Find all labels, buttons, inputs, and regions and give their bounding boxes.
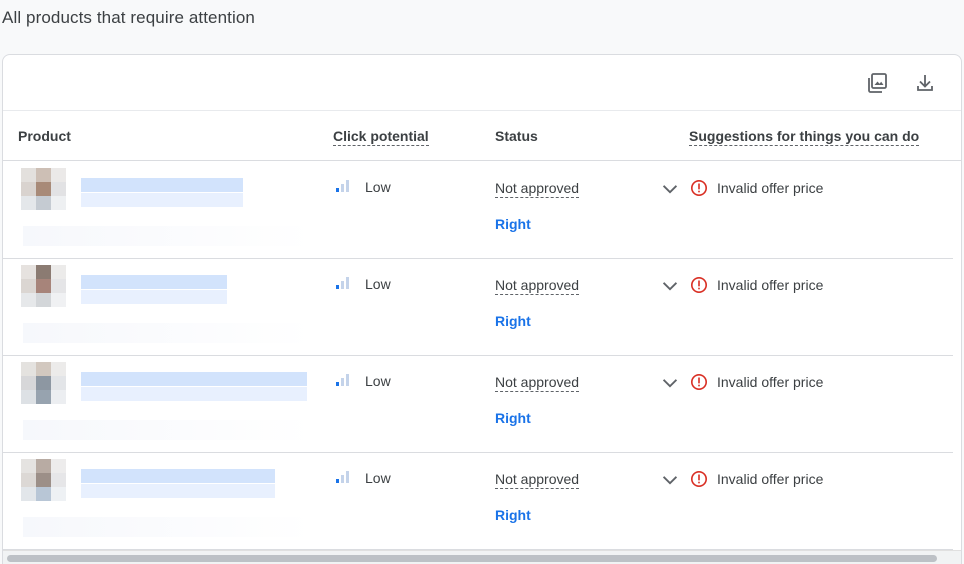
column-header-suggestions[interactable]: Suggestions for things you can do [689, 128, 920, 146]
scrollbar-thumb[interactable] [7, 555, 937, 562]
column-header-click-potential[interactable]: Click potential [333, 128, 429, 146]
issue-text: Invalid offer price [717, 180, 824, 196]
status-value[interactable]: Not approved [495, 277, 580, 295]
click-potential-value: Low [365, 470, 391, 486]
signal-strength-icon [336, 180, 352, 192]
image-gallery-icon [868, 73, 887, 93]
issue-text: Invalid offer price [717, 277, 824, 293]
chevron-down-icon [662, 282, 678, 291]
expand-row-button[interactable] [659, 275, 681, 297]
status-action-link[interactable]: Right [495, 216, 531, 232]
product-name-link[interactable] [81, 178, 243, 207]
table-row: Low Not approved Right Invalid offer pri… [3, 356, 953, 453]
chevron-down-icon [662, 185, 678, 194]
chevron-down-icon [662, 476, 678, 485]
download-button[interactable] [913, 71, 939, 97]
table-row: Low Not approved Right Invalid offer pri… [3, 259, 953, 356]
product-thumbnail[interactable] [21, 168, 67, 212]
product-id-text [23, 323, 313, 343]
click-potential-value: Low [365, 179, 391, 195]
product-id-text [23, 517, 313, 537]
error-icon [690, 470, 708, 488]
issue-text: Invalid offer price [717, 374, 824, 390]
status-action-link[interactable]: Right [495, 410, 531, 426]
expand-row-button[interactable] [659, 469, 681, 491]
table-toolbar [3, 55, 961, 111]
status-value[interactable]: Not approved [495, 180, 580, 198]
horizontal-scrollbar[interactable] [3, 550, 961, 564]
signal-strength-icon [336, 471, 352, 483]
column-header-product: Product [18, 128, 71, 144]
expand-row-button[interactable] [659, 372, 681, 394]
status-action-link[interactable]: Right [495, 507, 531, 523]
status-value[interactable]: Not approved [495, 471, 580, 489]
error-icon [690, 179, 708, 197]
signal-strength-icon [336, 374, 352, 386]
error-icon [690, 276, 708, 294]
error-icon [690, 373, 708, 391]
column-header-status: Status [495, 128, 538, 144]
status-value[interactable]: Not approved [495, 374, 580, 392]
product-name-link[interactable] [81, 469, 275, 498]
page-title: All products that require attention [2, 8, 255, 27]
product-id-text [23, 420, 313, 440]
image-gallery-button[interactable] [865, 71, 891, 97]
product-thumbnail[interactable] [21, 265, 67, 309]
table-row: Low Not approved Right Invalid offer pri… [3, 453, 953, 550]
product-thumbnail[interactable] [21, 459, 67, 503]
signal-strength-icon [336, 277, 352, 289]
table-header: Product Click potential Status Suggestio… [3, 112, 961, 161]
product-thumbnail[interactable] [21, 362, 67, 406]
click-potential-value: Low [365, 276, 391, 292]
click-potential-value: Low [365, 373, 391, 389]
products-table-card: Product Click potential Status Suggestio… [2, 54, 962, 564]
chevron-down-icon [662, 379, 678, 388]
issue-text: Invalid offer price [717, 471, 824, 487]
product-name-link[interactable] [81, 372, 307, 401]
expand-row-button[interactable] [659, 178, 681, 200]
product-name-link[interactable] [81, 275, 227, 304]
status-action-link[interactable]: Right [495, 313, 531, 329]
product-id-text [23, 226, 313, 246]
table-row: Low Not approved Right Invalid offer pri… [3, 162, 953, 259]
download-icon [917, 75, 933, 91]
